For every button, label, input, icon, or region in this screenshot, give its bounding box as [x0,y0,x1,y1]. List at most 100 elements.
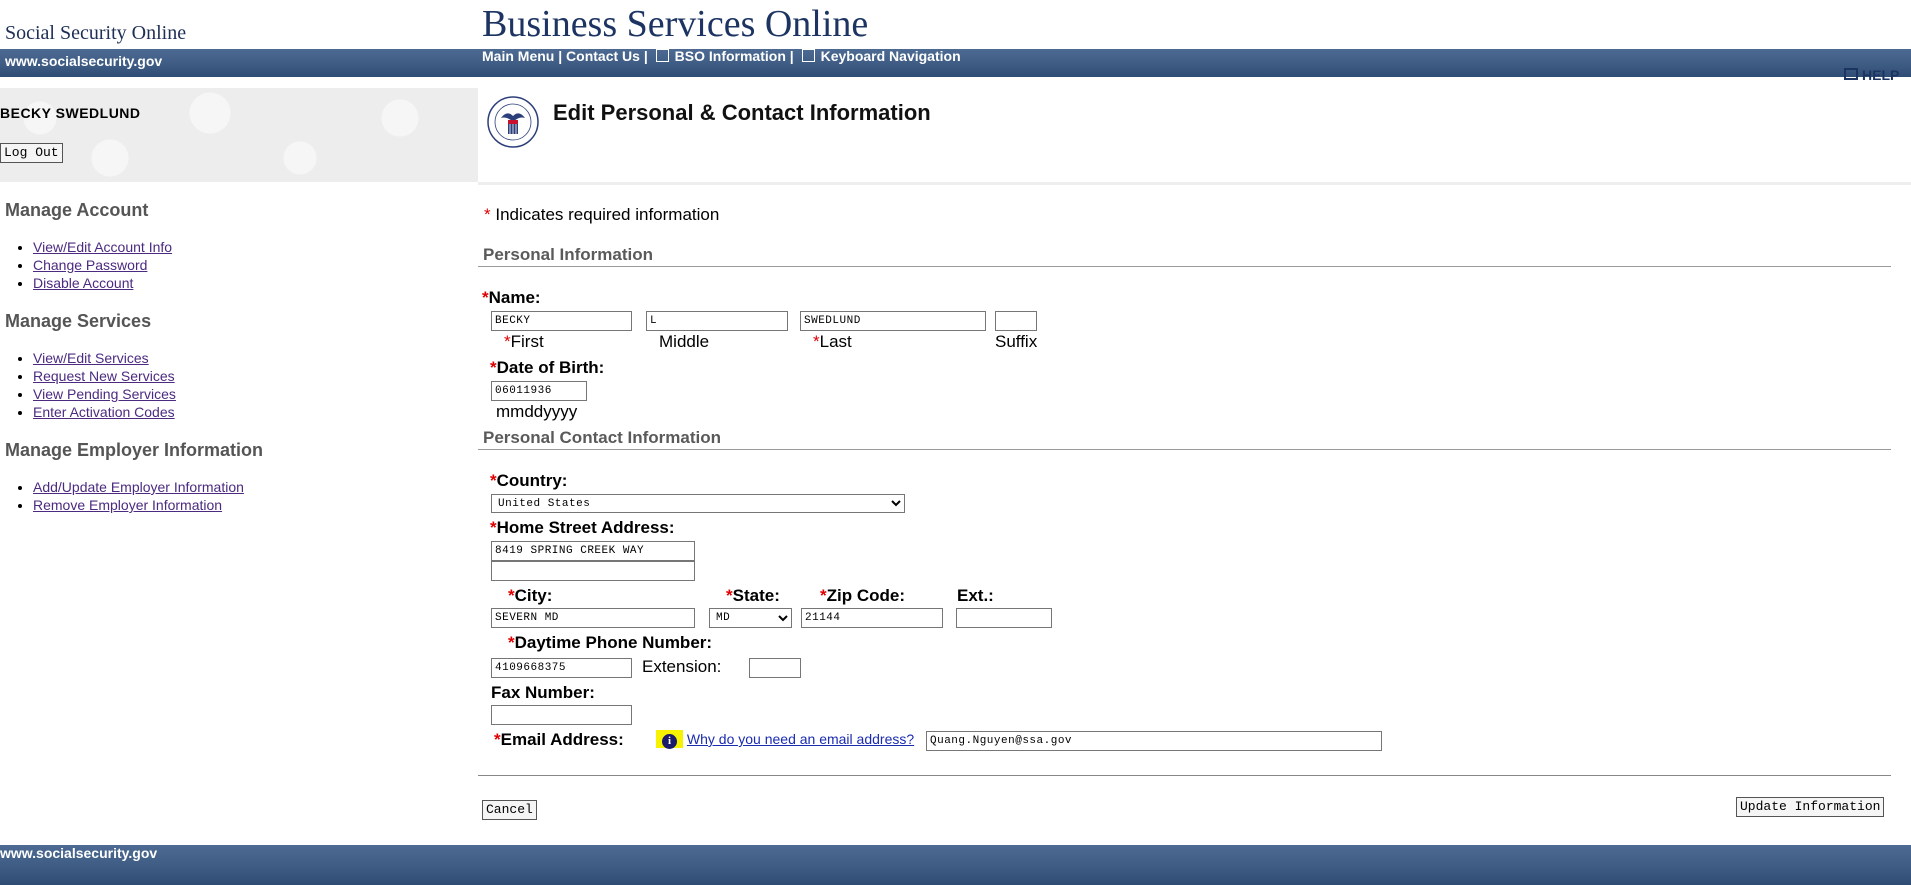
street-line1-input[interactable] [491,541,695,561]
sidebar-link-remove-employer[interactable]: Remove Employer Information [33,497,222,513]
nav-contact-us[interactable]: Contact Us [566,48,640,64]
list-item: View Pending Services [33,385,176,403]
site-url[interactable]: www.socialsecurity.gov [5,53,162,69]
required-marker: * [508,633,515,652]
required-marker: * [726,586,733,605]
list-item: Remove Employer Information [33,496,244,514]
sidebar-heading-manage-services: Manage Services [5,311,152,331]
required-note-text: Indicates required information [495,205,720,224]
middle-name-input[interactable] [646,311,788,331]
email-help-highlight: i [656,730,683,749]
dob-label-text: Date of Birth: [496,358,605,377]
ssa-seal-icon [487,96,539,148]
sidebar-link-change-password[interactable]: Change Password [33,257,147,273]
sidebar-link-view-edit-services[interactable]: View/Edit Services [33,350,149,366]
section-personal-information: Personal Information [483,245,654,264]
country-label: *Country: [490,471,567,491]
user-panel [0,88,478,182]
external-link-icon [655,49,669,62]
sidebar-link-view-edit-account[interactable]: View/Edit Account Info [33,239,172,255]
first-name-caption: *First [504,332,544,352]
sidebar-link-request-new-services[interactable]: Request New Services [33,368,175,384]
phone-label: *Daytime Phone Number: [508,633,712,653]
required-marker: * [490,518,497,537]
name-label: *Name: [482,288,541,308]
sidebar-list-account: View/Edit Account Info Change Password D… [0,238,172,292]
logout-button[interactable]: Log Out [0,143,63,163]
phone-input[interactable] [491,658,632,678]
nav-separator: | [558,48,563,64]
required-info-note: * Indicates required information [484,205,719,225]
name-label-text: Name: [488,288,541,307]
first-name-input[interactable] [491,311,632,331]
zip-input[interactable] [801,608,943,628]
info-icon[interactable]: i [662,734,677,749]
list-item: Add/Update Employer Information [33,478,244,496]
country-label-text: Country: [496,471,568,490]
email-help-link[interactable]: Why do you need an email address? [687,731,914,747]
last-caption-text: Last [819,332,852,351]
state-label: *State: [726,586,780,606]
email-input[interactable] [926,731,1382,751]
cancel-button[interactable]: Cancel [482,800,537,820]
phone-label-text: Daytime Phone Number: [514,633,713,652]
site-title: Business Services Online [482,3,869,45]
required-marker: * [490,358,497,377]
zip-ext-input[interactable] [956,608,1052,628]
sidebar-link-add-update-employer[interactable]: Add/Update Employer Information [33,479,244,495]
section-personal-contact: Personal Contact Information [483,428,722,447]
external-link-icon [801,49,815,62]
last-name-input[interactable] [800,311,986,331]
required-marker: * [490,471,497,490]
sidebar-list-employer: Add/Update Employer Information Remove E… [0,478,244,514]
list-item: Change Password [33,256,172,274]
list-item: View/Edit Services [33,349,176,367]
nav-main-menu[interactable]: Main Menu [482,48,554,64]
street-label: *Home Street Address: [490,518,675,538]
help-label: HELP [1862,67,1900,83]
zip-label: *Zip Code: [820,586,905,606]
street-label-text: Home Street Address: [496,518,675,537]
sidebar-heading-manage-employer: Manage Employer Information [5,440,264,460]
state-label-text: State: [732,586,780,605]
required-marker: * [508,586,515,605]
nav-keyboard-navigation[interactable]: Keyboard Navigation [821,48,961,64]
dob-input[interactable] [491,381,587,401]
fax-label: Fax Number: [491,683,595,702]
first-caption-text: First [510,332,544,351]
update-information-button[interactable]: Update Information [1736,797,1885,817]
list-item: Request New Services [33,367,176,385]
sidebar-heading-manage-account: Manage Account [5,200,149,220]
required-marker: * [813,332,820,351]
nav-separator: | [789,48,794,64]
sidebar-link-view-pending-services[interactable]: View Pending Services [33,386,176,402]
street-line2-input[interactable] [491,561,695,581]
divider [478,775,1891,776]
required-marker: * [494,730,501,749]
help-link[interactable]: HELP [1844,67,1899,83]
divider [478,266,1891,267]
email-label-text: Email Address: [500,730,624,749]
zip-label-text: Zip Code: [826,586,906,605]
sidebar-link-disable-account[interactable]: Disable Account [33,275,133,291]
city-label-text: City: [514,586,553,605]
city-input[interactable] [491,608,695,628]
fax-input[interactable] [491,705,632,725]
phone-extension-input[interactable] [749,658,801,678]
required-marker: * [820,586,827,605]
country-select[interactable]: United States [491,494,905,513]
suffix-caption: Suffix [995,332,1038,351]
footer-site-url[interactable]: www.socialsecurity.gov [0,845,157,861]
sidebar-list-services: View/Edit Services Request New Services … [0,349,176,421]
state-select[interactable]: MD [709,608,792,628]
nav-bso-information[interactable]: BSO Information [675,48,786,64]
ssa-logo-text[interactable]: Social Security Online [5,22,186,45]
email-label: *Email Address: [494,730,624,750]
last-name-caption: *Last [813,332,852,352]
suffix-input[interactable] [995,311,1037,331]
new-window-icon [1844,68,1858,80]
city-label: *City: [508,586,552,606]
middle-name-caption: Middle [659,332,710,351]
list-item: Disable Account [33,274,172,292]
sidebar-link-enter-activation-codes[interactable]: Enter Activation Codes [33,404,175,420]
